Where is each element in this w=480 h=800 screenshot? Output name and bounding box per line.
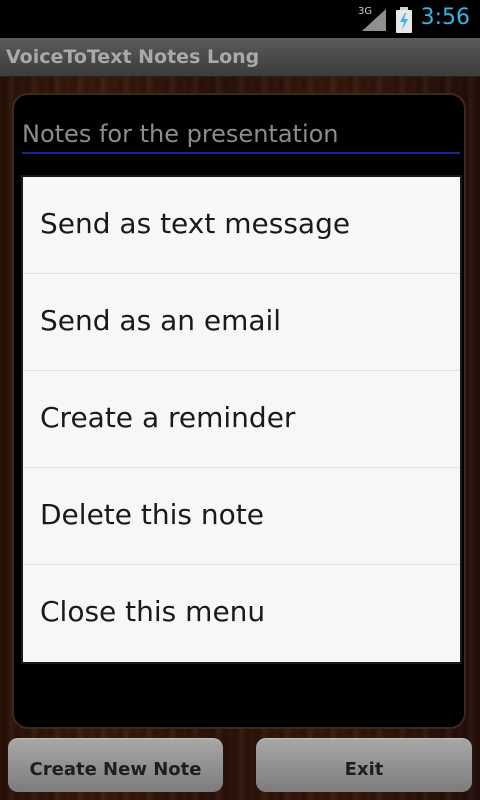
app-title: VoiceToText Notes Long bbox=[6, 46, 260, 68]
menu-item-label: Create a reminder bbox=[40, 401, 296, 434]
exit-label: Exit bbox=[344, 759, 384, 780]
signal-icon bbox=[362, 9, 386, 31]
menu-item-label: Send as an email bbox=[40, 304, 282, 337]
menu-item-label: Close this menu bbox=[40, 595, 266, 628]
menu-item-create-reminder[interactable]: Create a reminder bbox=[23, 371, 460, 468]
battery-charging-icon bbox=[396, 7, 412, 33]
menu-item-delete-note[interactable]: Delete this note bbox=[23, 468, 460, 565]
app-title-bar: VoiceToText Notes Long bbox=[0, 38, 480, 77]
note-title-underline bbox=[22, 152, 460, 154]
menu-item-close-menu[interactable]: Close this menu bbox=[23, 565, 460, 662]
exit-button[interactable]: Exit bbox=[256, 738, 472, 792]
create-new-note-label: Create New Note bbox=[29, 759, 202, 780]
status-clock: 3:56 bbox=[420, 5, 470, 30]
note-options-menu: Send as text message Send as an email Cr… bbox=[21, 175, 462, 664]
create-new-note-button[interactable]: Create New Note bbox=[8, 738, 223, 792]
status-bar: 3G 3:56 bbox=[0, 0, 480, 38]
note-title-field[interactable]: Notes for the presentation bbox=[22, 120, 339, 148]
menu-item-label: Send as text message bbox=[40, 207, 351, 240]
menu-item-send-email[interactable]: Send as an email bbox=[23, 274, 460, 371]
menu-item-send-text[interactable]: Send as text message bbox=[23, 177, 460, 274]
menu-item-label: Delete this note bbox=[40, 498, 264, 531]
